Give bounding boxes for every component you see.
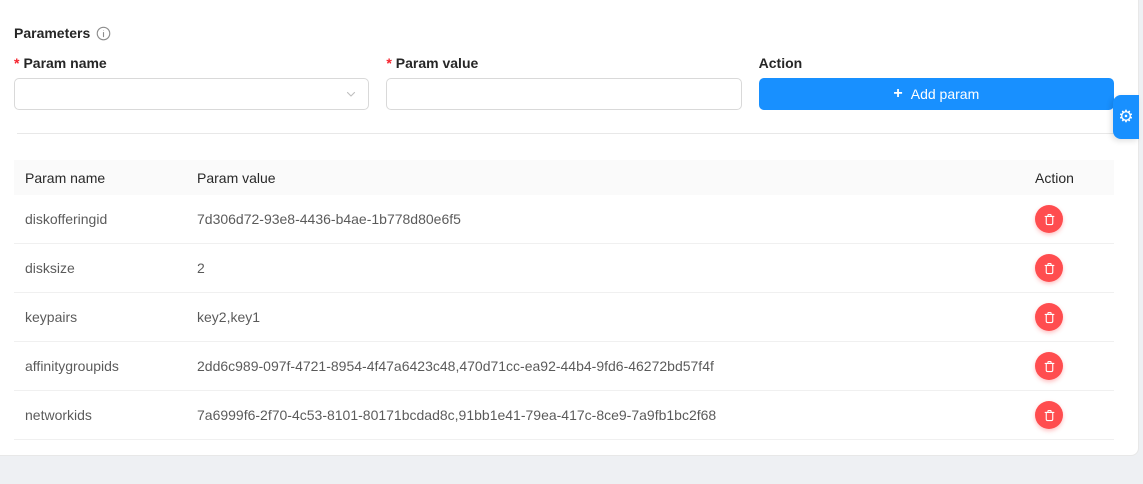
param-name-label: *Param name — [14, 55, 369, 71]
param-value-cell: 2dd6c989-097f-4721-8954-4f47a6423c48,470… — [197, 358, 1035, 374]
param-value-cell: 7a6999f6-2f70-4c53-8101-80171bcdad8c,91b… — [197, 407, 1035, 423]
param-name-field: *Param name — [14, 55, 369, 110]
section-title: Parameters — [14, 25, 90, 41]
settings-drawer-toggle[interactable]: ⚙ — [1113, 95, 1139, 139]
delete-param-button[interactable] — [1035, 303, 1063, 331]
column-header-action: Action — [1035, 170, 1114, 186]
table-row: affinitygroupids 2dd6c989-097f-4721-8954… — [14, 342, 1114, 391]
action-label: Action — [759, 55, 1114, 71]
delete-param-button[interactable] — [1035, 401, 1063, 429]
param-value-cell: 7d306d72-93e8-4436-b4ae-1b778d80e6f5 — [197, 211, 1035, 227]
param-value-input[interactable] — [386, 78, 741, 110]
trash-icon — [1042, 359, 1057, 374]
chevron-down-icon — [345, 88, 357, 100]
column-header-param-value: Param value — [197, 170, 1035, 186]
required-marker: * — [386, 55, 391, 71]
param-name-cell: disksize — [25, 260, 197, 276]
trash-icon — [1042, 408, 1057, 423]
param-value-cell: key2,key1 — [197, 309, 1035, 325]
param-form: *Param name *Param value — [14, 55, 1114, 110]
table-row: keypairs key2,key1 — [14, 293, 1114, 342]
delete-param-button[interactable] — [1035, 254, 1063, 282]
delete-param-button[interactable] — [1035, 352, 1063, 380]
trash-icon — [1042, 212, 1057, 227]
info-circle-icon[interactable] — [96, 26, 111, 41]
table-row: networkids 7a6999f6-2f70-4c53-8101-80171… — [14, 391, 1114, 440]
param-value-label: *Param value — [386, 55, 741, 71]
param-name-select[interactable] — [14, 78, 369, 110]
add-param-button[interactable]: + Add param — [759, 78, 1114, 110]
add-param-button-label: Add param — [911, 86, 979, 102]
param-value-field: *Param value — [386, 55, 741, 110]
column-header-param-name: Param name — [25, 170, 197, 186]
param-table-body: diskofferingid 7d306d72-93e8-4436-b4ae-1… — [14, 195, 1114, 440]
param-table: Param name Param value Action diskofferi… — [14, 160, 1114, 440]
gear-icon: ⚙ — [1118, 107, 1133, 127]
param-name-cell: networkids — [25, 407, 197, 423]
section-divider — [17, 133, 1114, 134]
action-field: Action + Add param — [759, 55, 1114, 110]
plus-icon: + — [893, 86, 902, 102]
param-value-cell: 2 — [197, 260, 1035, 276]
section-header: Parameters — [14, 25, 1114, 41]
trash-icon — [1042, 261, 1057, 276]
trash-icon — [1042, 310, 1057, 325]
param-name-cell: keypairs — [25, 309, 197, 325]
param-name-cell: affinitygroupids — [25, 358, 197, 374]
delete-param-button[interactable] — [1035, 205, 1063, 233]
required-marker: * — [14, 55, 19, 71]
param-table-header: Param name Param value Action — [14, 160, 1114, 195]
param-name-cell: diskofferingid — [25, 211, 197, 227]
table-row: disksize 2 — [14, 244, 1114, 293]
parameters-panel: Parameters *Param name — [0, 0, 1139, 456]
table-row: diskofferingid 7d306d72-93e8-4436-b4ae-1… — [14, 195, 1114, 244]
